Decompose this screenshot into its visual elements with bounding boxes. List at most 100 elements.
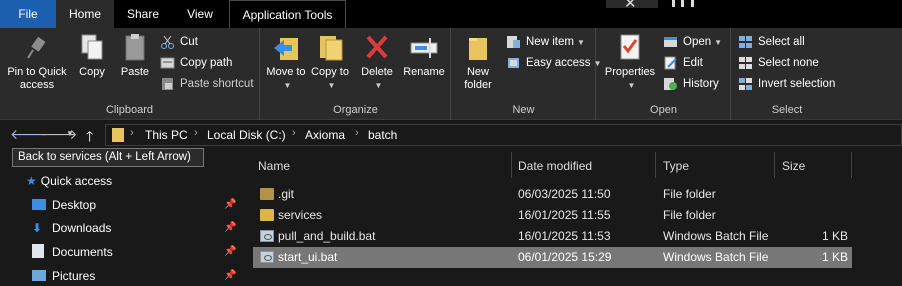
file-date: 06/03/2025 11:50: [518, 187, 611, 201]
select-all-label: Select all: [758, 36, 805, 48]
select-group: Select all Select none Invert selection …: [732, 28, 842, 120]
file-name: services: [278, 208, 323, 222]
navigation-pane: ★ Quick access Desktop 📌 ⬇ Downloads 📌 Doc…: [0, 170, 240, 286]
pin-icon[interactable]: 📌: [224, 222, 236, 233]
pin-icon[interactable]: 📌: [224, 270, 236, 281]
nav-item-documents[interactable]: Documents: [32, 241, 232, 263]
properties-label: Properties: [604, 66, 656, 78]
edit-button[interactable]: Edit: [661, 53, 703, 73]
edit-label: Edit: [683, 57, 703, 69]
column-header-date-modified[interactable]: Date modified: [518, 156, 592, 176]
column-header-name[interactable]: Name: [258, 156, 290, 176]
select-none-button[interactable]: Select none: [736, 53, 819, 73]
breadcrumb-separator: ›: [355, 127, 359, 139]
scissors-icon: [160, 35, 175, 49]
file-row[interactable]: services 16/01/2025 11:55 File folder: [253, 205, 852, 226]
cut-button[interactable]: Cut: [158, 32, 198, 52]
column-header-size[interactable]: Size: [782, 156, 805, 176]
tab-file[interactable]: File: [0, 0, 56, 28]
pin-icon[interactable]: 📌: [224, 199, 236, 210]
breadcrumb-axioma[interactable]: Axioma: [305, 128, 345, 142]
breadcrumb-this-pc[interactable]: This PC: [145, 128, 188, 142]
select-none-icon: [738, 56, 753, 70]
new-item-button[interactable]: New item ▼: [504, 32, 585, 52]
move-to-label: Move to: [266, 66, 306, 78]
nav-item-desktop[interactable]: Desktop: [32, 194, 232, 216]
tab-home[interactable]: Home: [56, 0, 114, 28]
file-size: [773, 205, 848, 226]
file-row-selected[interactable]: start_ui.bat 06/01/2025 15:29 Windows Ba…: [253, 247, 852, 268]
paste-shortcut-button[interactable]: Paste shortcut: [158, 74, 254, 94]
pin-icon[interactable]: 📌: [224, 246, 236, 257]
nav-item-label: Downloads: [52, 221, 112, 235]
rename-button[interactable]: Rename: [401, 32, 447, 79]
column-header-type[interactable]: Type: [663, 156, 689, 176]
pin-to-quick-access-button[interactable]: Pin to Quick access: [4, 32, 70, 92]
folder-icon: [260, 209, 274, 221]
history-button[interactable]: History: [661, 74, 719, 94]
invert-selection-label: Invert selection: [758, 78, 836, 90]
close-icon[interactable]: ✕: [624, 0, 637, 12]
new-folder-button[interactable]: New folder: [456, 32, 500, 92]
breadcrumb-batch[interactable]: batch: [368, 128, 397, 142]
column-divider[interactable]: [655, 152, 656, 178]
new-item-label: New item: [526, 36, 574, 48]
breadcrumb-local-disk[interactable]: Local Disk (C:): [207, 128, 286, 142]
file-row[interactable]: .git 06/03/2025 11:50 File folder: [253, 184, 852, 205]
nav-item-downloads[interactable]: ⬇ Downloads: [32, 217, 232, 239]
organize-group: Move to ▼ Copy to ▼ Delete ▼ Rename Organiz…: [261, 28, 451, 120]
nav-item-pictures[interactable]: Pictures: [32, 265, 232, 286]
copy-path-button[interactable]: Copy path: [158, 53, 232, 73]
select-all-button[interactable]: Select all: [736, 32, 805, 52]
open-group: Properties ▼ Open ▼ Edit History Open: [597, 28, 731, 120]
copy-path-label: Copy path: [180, 57, 233, 69]
copy-button[interactable]: Copy: [72, 32, 112, 79]
chevron-down-icon: ▼: [714, 38, 723, 47]
quick-access-item[interactable]: ★ Quick access: [26, 170, 112, 192]
delete-button[interactable]: Delete ▼: [357, 32, 397, 92]
batch-file-icon: [260, 230, 274, 242]
recent-locations-chevron-icon[interactable]: ▼: [66, 129, 74, 138]
quick-access-label: Quick access: [40, 174, 113, 188]
new-group: New folder New item ▼ Easy access ▼ New: [452, 28, 601, 120]
breadcrumb-separator: ›: [292, 127, 296, 139]
open-label: Open: [683, 36, 712, 48]
nav-item-label: Documents: [52, 245, 113, 259]
desktop-icon: [32, 199, 46, 210]
open-group-label: Open: [650, 104, 677, 116]
move-to-icon: [272, 32, 300, 62]
tab-share[interactable]: Share: [114, 0, 172, 28]
ribbon: Pin to Quick access Copy Paste Cut Copy …: [0, 28, 902, 120]
folder-icon: [260, 188, 274, 200]
copy-to-button[interactable]: Copy to ▼: [309, 32, 351, 92]
file-type: Windows Batch File: [663, 229, 769, 243]
up-arrow-icon[interactable]: 🡑: [86, 126, 93, 150]
copy-to-label: Copy to: [311, 66, 349, 78]
breadcrumb-separator: ›: [130, 127, 134, 139]
easy-access-button[interactable]: Easy access ▼: [504, 53, 601, 73]
paste-shortcut-label: Paste shortcut: [180, 78, 254, 90]
file-name: pull_and_build.bat: [278, 229, 376, 243]
paste-button[interactable]: Paste: [114, 32, 156, 79]
properties-icon: [616, 32, 644, 62]
clipboard-icon: [121, 32, 149, 62]
column-divider[interactable]: [774, 152, 775, 178]
pin-icon: [23, 32, 51, 62]
open-button[interactable]: Open ▼: [661, 32, 722, 52]
properties-button[interactable]: Properties ▼: [601, 32, 659, 92]
move-to-button[interactable]: Move to ▼: [265, 32, 307, 92]
open-icon: [663, 35, 678, 49]
address-bar[interactable]: › This PC › Local Disk (C:) › Axioma › b…: [105, 124, 902, 146]
column-divider[interactable]: [511, 152, 512, 178]
organize-group-label: Organize: [333, 104, 378, 116]
column-divider[interactable]: [851, 152, 852, 178]
history-icon: [663, 77, 678, 91]
invert-selection-button[interactable]: Invert selection: [736, 74, 835, 94]
nav-item-label: Pictures: [52, 269, 96, 283]
select-none-label: Select none: [758, 57, 819, 69]
file-row[interactable]: pull_and_build.bat 16/01/2025 11:53 Wind…: [253, 226, 852, 247]
history-label: History: [683, 78, 719, 90]
tab-application-tools[interactable]: Application Tools: [229, 0, 346, 28]
file-type: File folder: [663, 187, 716, 201]
tab-view[interactable]: View: [172, 0, 228, 28]
